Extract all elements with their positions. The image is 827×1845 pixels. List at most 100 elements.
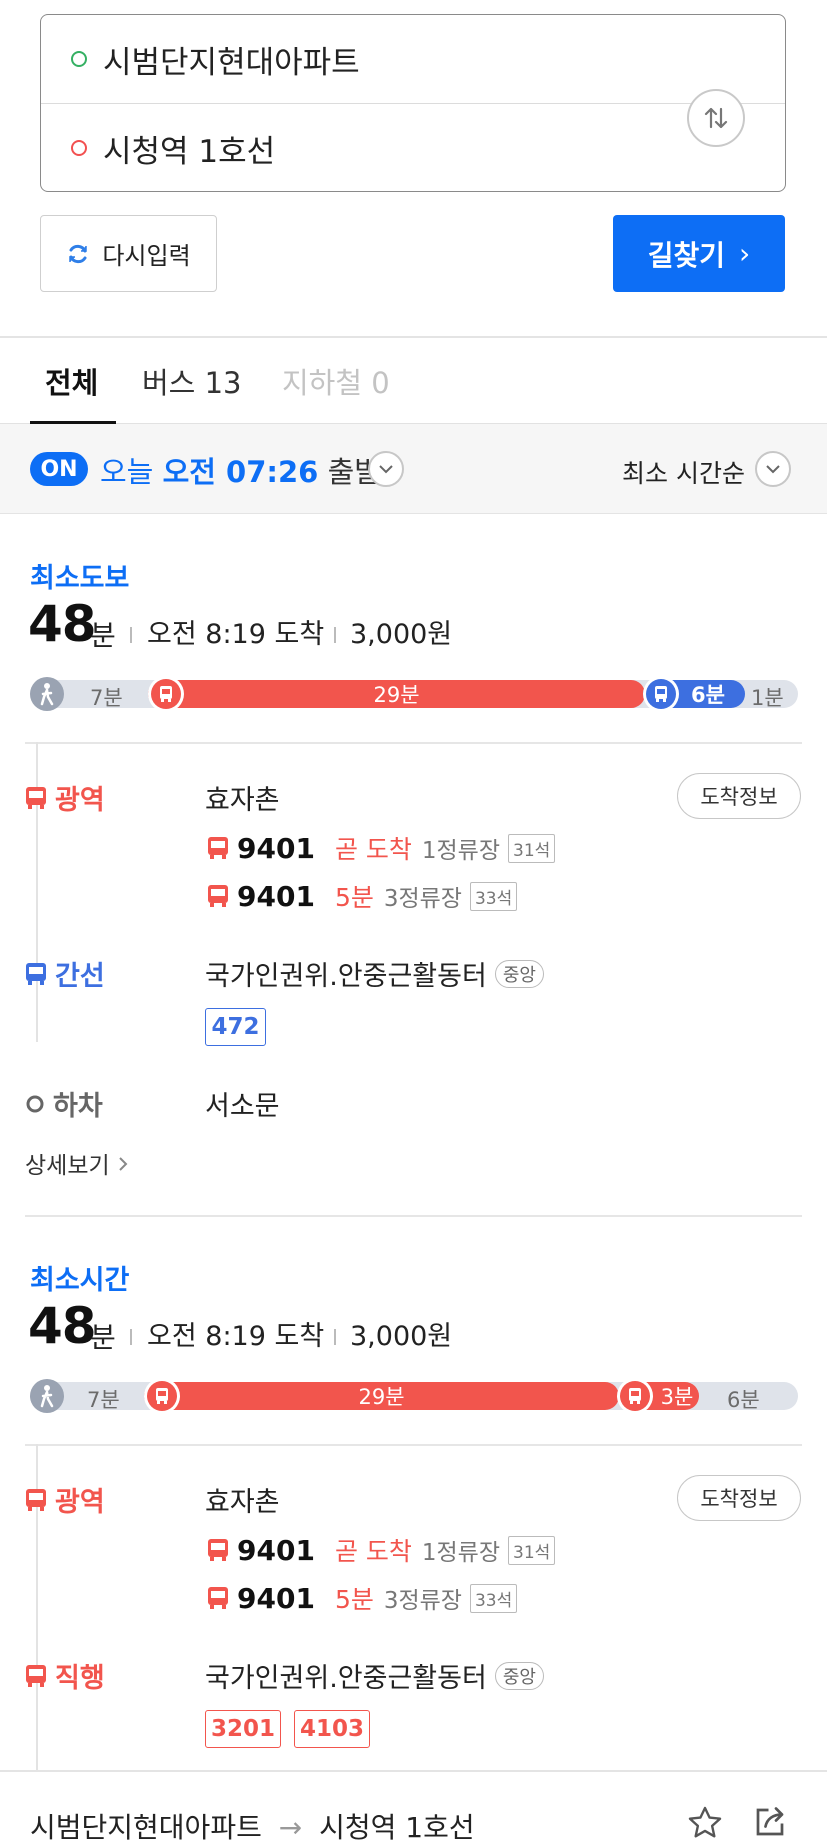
walk-duration: 7분	[90, 686, 123, 710]
tab-all[interactable]: 전체	[45, 360, 98, 420]
step-type-label: 간선	[55, 961, 105, 992]
destination-marker-icon	[71, 140, 87, 156]
bottom-origin: 시범단지현대아파트	[30, 1811, 262, 1844]
departure-clock: 오전 07:26	[162, 455, 319, 489]
bus-arrival-row[interactable]: 9401 곧 도착 1정류장 31석	[207, 830, 556, 866]
route-search-box: 시범단지현대아파트 시청역 1호선	[40, 14, 786, 192]
time-dropdown-button[interactable]	[368, 451, 404, 487]
bus-segment: 29분	[144, 1382, 619, 1410]
route-duration: 48	[28, 595, 97, 653]
origin-marker-icon	[71, 51, 87, 67]
bus-number: 9401	[237, 1533, 315, 1567]
walk-icon	[30, 677, 64, 711]
info-separator	[130, 1329, 132, 1345]
step-type-alight: 하차	[25, 1084, 103, 1123]
center-lane-badge: 중앙	[494, 1661, 544, 1690]
walk-icon	[30, 1379, 64, 1413]
route-fare: 3,000원	[350, 1321, 453, 1352]
bus-segment: 29분	[148, 680, 645, 708]
card-divider	[25, 742, 802, 744]
sort-option[interactable]: 최소 시간순	[622, 454, 745, 490]
bus-arrival-row[interactable]: 9401 5분 3정류장 33석	[207, 1580, 518, 1616]
tab-subway[interactable]: 지하철 0	[282, 360, 390, 420]
bus-seats: 33석	[469, 881, 518, 911]
swap-arrows-icon	[704, 107, 728, 129]
boarding-stop: 효자촌	[205, 1487, 280, 1518]
find-route-button[interactable]: 길찾기 ›	[613, 215, 785, 292]
route-duration-unit: 분	[90, 1321, 116, 1354]
info-separator	[334, 627, 336, 643]
step-type-label: 광역	[55, 785, 105, 816]
departure-day: 오늘	[100, 455, 154, 489]
arrival-info-button[interactable]: 도착정보	[677, 773, 801, 819]
route-fare: 3,000원	[350, 619, 453, 650]
bus-arrival-row[interactable]: 9401 5분 3정류장 33석	[207, 878, 518, 914]
step-type-trunk: 간선	[25, 954, 105, 993]
departure-time-bar: ON 오늘 오전 07:26 출발 최소 시간순	[0, 424, 827, 514]
realtime-on-toggle[interactable]: ON	[30, 452, 88, 486]
walk-duration: 6분	[727, 1388, 760, 1412]
walk-duration: 1분	[751, 686, 784, 710]
route-card[interactable]: 최소도보 48 분 오전 8:19 도착 3,000원 7분 29분 6분 1분…	[0, 556, 827, 1217]
step-type-express: 광역	[25, 778, 105, 817]
route-number-badge[interactable]: 3201	[205, 1710, 281, 1748]
arrow-right-icon: →	[278, 1811, 303, 1844]
bus-icon	[26, 1664, 46, 1687]
arrival-time: 오전 8:19 도착	[147, 1321, 325, 1352]
reset-button[interactable]: 다시입력	[40, 215, 217, 292]
bus-number: 9401	[237, 831, 315, 865]
bus-icon	[208, 837, 228, 859]
destination-field[interactable]: 시청역 1호선	[41, 104, 785, 192]
swap-button[interactable]	[687, 89, 745, 147]
bus-eta: 곧 도착	[334, 1537, 412, 1566]
bottom-route-summary: 시범단지현대아파트 → 시청역 1호선	[30, 1806, 475, 1845]
bus-icon	[26, 786, 46, 809]
sort-dropdown-button[interactable]	[755, 451, 791, 487]
arrival-info-button[interactable]: 도착정보	[677, 1475, 801, 1521]
bus-segment-icon	[144, 1378, 180, 1414]
step-type-label: 하차	[53, 1091, 103, 1122]
bus-eta: 곧 도착	[334, 835, 412, 864]
origin-text: 시범단지현대아파트	[103, 44, 360, 81]
route-type-label: 최소도보	[30, 563, 130, 594]
chevron-down-icon	[379, 465, 393, 474]
bus-eta: 5분	[334, 883, 374, 912]
arrival-time: 오전 8:19 도착	[147, 619, 325, 650]
bus-icon	[26, 962, 46, 985]
chevron-right-icon: ›	[739, 237, 751, 270]
alight-stop: 서소문	[205, 1091, 280, 1122]
bus-icon	[655, 686, 667, 702]
tab-bus[interactable]: 버스 13	[142, 360, 241, 420]
express-bus-segment-icon	[617, 1378, 653, 1414]
bus-arrival-row[interactable]: 9401 곧 도착 1정류장 31석	[207, 1532, 556, 1568]
step-type-direct: 직행	[25, 1656, 105, 1695]
route-card[interactable]: 최소시간 48 분 오전 8:19 도착 3,000원 7분 29분 3분 6분…	[0, 1258, 827, 1770]
info-separator	[130, 627, 132, 643]
bus-stops-away: 3정류장	[383, 1588, 462, 1614]
step-type-label: 직행	[55, 1663, 105, 1694]
find-route-label: 길찾기	[647, 238, 726, 272]
origin-field[interactable]: 시범단지현대아파트	[41, 15, 785, 103]
transfer-stop: 국가인권위.안중근활동터 중앙	[205, 1656, 544, 1695]
route-duration: 48	[28, 1297, 97, 1355]
star-icon[interactable]	[686, 1804, 724, 1842]
bus-stops-away: 1정류장	[421, 1540, 501, 1566]
detail-link[interactable]: 상세보기	[25, 1146, 129, 1180]
card-divider	[25, 1444, 802, 1446]
route-type-label: 최소시간	[30, 1265, 130, 1296]
reset-label: 다시입력	[102, 242, 191, 270]
chevron-right-icon	[119, 1157, 128, 1171]
refresh-icon	[69, 244, 88, 263]
bottom-route-bar: 시범단지현대아파트 → 시청역 1호선	[0, 1770, 827, 1845]
route-number-badge[interactable]: 4103	[294, 1710, 370, 1748]
detail-link-label: 상세보기	[25, 1153, 110, 1179]
share-icon[interactable]	[752, 1804, 788, 1840]
route-number-badge[interactable]: 472	[205, 1008, 266, 1046]
bus-icon	[156, 1388, 168, 1404]
bus-icon	[160, 686, 172, 702]
bus-number: 9401	[237, 1581, 315, 1615]
bus-segment-icon	[148, 676, 184, 712]
bus-seats: 31석	[508, 833, 556, 863]
departure-time[interactable]: 오늘 오전 07:26 출발	[100, 449, 381, 491]
bus-stops-away: 1정류장	[421, 838, 501, 864]
